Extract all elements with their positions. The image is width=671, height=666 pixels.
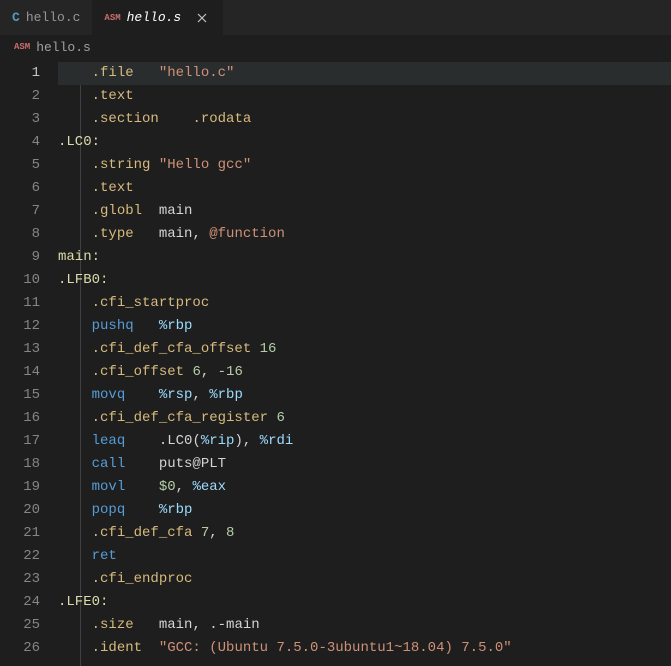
code-area[interactable]: .file "hello.c" .text .section .rodata.L… [58, 59, 671, 666]
code-line[interactable]: .LFB0: [58, 269, 671, 292]
code-line[interactable]: .LC0: [58, 131, 671, 154]
line-number: 22 [0, 545, 40, 568]
line-number: 9 [0, 246, 40, 269]
close-icon[interactable] [193, 9, 211, 27]
tab-bar: Chello.c ASM hello.s [0, 0, 671, 35]
line-number: 20 [0, 499, 40, 522]
code-line[interactable]: main: [58, 246, 671, 269]
code-line[interactable]: popq %rbp [58, 499, 671, 522]
code-line[interactable]: .text [58, 177, 671, 200]
line-number: 5 [0, 154, 40, 177]
code-line[interactable]: call puts@PLT [58, 453, 671, 476]
tab-hello-s[interactable]: ASM hello.s [92, 0, 223, 35]
code-line[interactable]: .globl main [58, 200, 671, 223]
breadcrumb[interactable]: ASM hello.s [0, 35, 671, 59]
line-number: 25 [0, 614, 40, 637]
line-number: 4 [0, 131, 40, 154]
gutter: 1234567891011121314151617181920212223242… [0, 59, 58, 666]
line-number: 16 [0, 407, 40, 430]
line-number: 12 [0, 315, 40, 338]
line-number: 3 [0, 108, 40, 131]
breadcrumb-label: hello.s [36, 40, 91, 55]
code-line[interactable]: .size main, .-main [58, 614, 671, 637]
c-icon: C [12, 10, 20, 25]
line-number: 19 [0, 476, 40, 499]
tab-label: hello.c [26, 10, 81, 25]
code-line[interactable]: .cfi_startproc [58, 292, 671, 315]
line-number: 24 [0, 591, 40, 614]
code-line[interactable]: movl $0, %eax [58, 476, 671, 499]
code-line[interactable]: .cfi_endproc [58, 568, 671, 591]
code-line[interactable]: movq %rsp, %rbp [58, 384, 671, 407]
line-number: 15 [0, 384, 40, 407]
code-line[interactable]: .cfi_def_cfa 7, 8 [58, 522, 671, 545]
code-line[interactable]: .file "hello.c" [58, 62, 671, 85]
code-line[interactable]: ret [58, 545, 671, 568]
code-line[interactable]: .cfi_def_cfa_offset 16 [58, 338, 671, 361]
tab-label: hello.s [127, 10, 182, 25]
tab-hello-c[interactable]: Chello.c [0, 0, 92, 35]
asm-icon: ASM [104, 13, 120, 23]
line-number: 21 [0, 522, 40, 545]
editor[interactable]: 1234567891011121314151617181920212223242… [0, 59, 671, 666]
code-line[interactable]: .cfi_offset 6, -16 [58, 361, 671, 384]
code-line[interactable]: .section .rodata [58, 108, 671, 131]
line-number: 2 [0, 85, 40, 108]
line-number: 26 [0, 637, 40, 660]
code-line[interactable]: leaq .LC0(%rip), %rdi [58, 430, 671, 453]
line-number: 7 [0, 200, 40, 223]
code-line[interactable]: .ident "GCC: (Ubuntu 7.5.0-3ubuntu1~18.0… [58, 637, 671, 660]
line-number: 10 [0, 269, 40, 292]
code-line[interactable]: .type main, @function [58, 223, 671, 246]
line-number: 13 [0, 338, 40, 361]
code-line[interactable]: pushq %rbp [58, 315, 671, 338]
line-number: 17 [0, 430, 40, 453]
line-number: 1 [0, 62, 40, 85]
code-line[interactable]: .text [58, 85, 671, 108]
line-number: 18 [0, 453, 40, 476]
line-number: 14 [0, 361, 40, 384]
asm-icon: ASM [14, 42, 30, 52]
line-number: 23 [0, 568, 40, 591]
code-line[interactable]: .cfi_def_cfa_register 6 [58, 407, 671, 430]
line-number: 6 [0, 177, 40, 200]
code-line[interactable]: .string "Hello gcc" [58, 154, 671, 177]
code-line[interactable]: .LFE0: [58, 591, 671, 614]
line-number: 8 [0, 223, 40, 246]
line-number: 11 [0, 292, 40, 315]
